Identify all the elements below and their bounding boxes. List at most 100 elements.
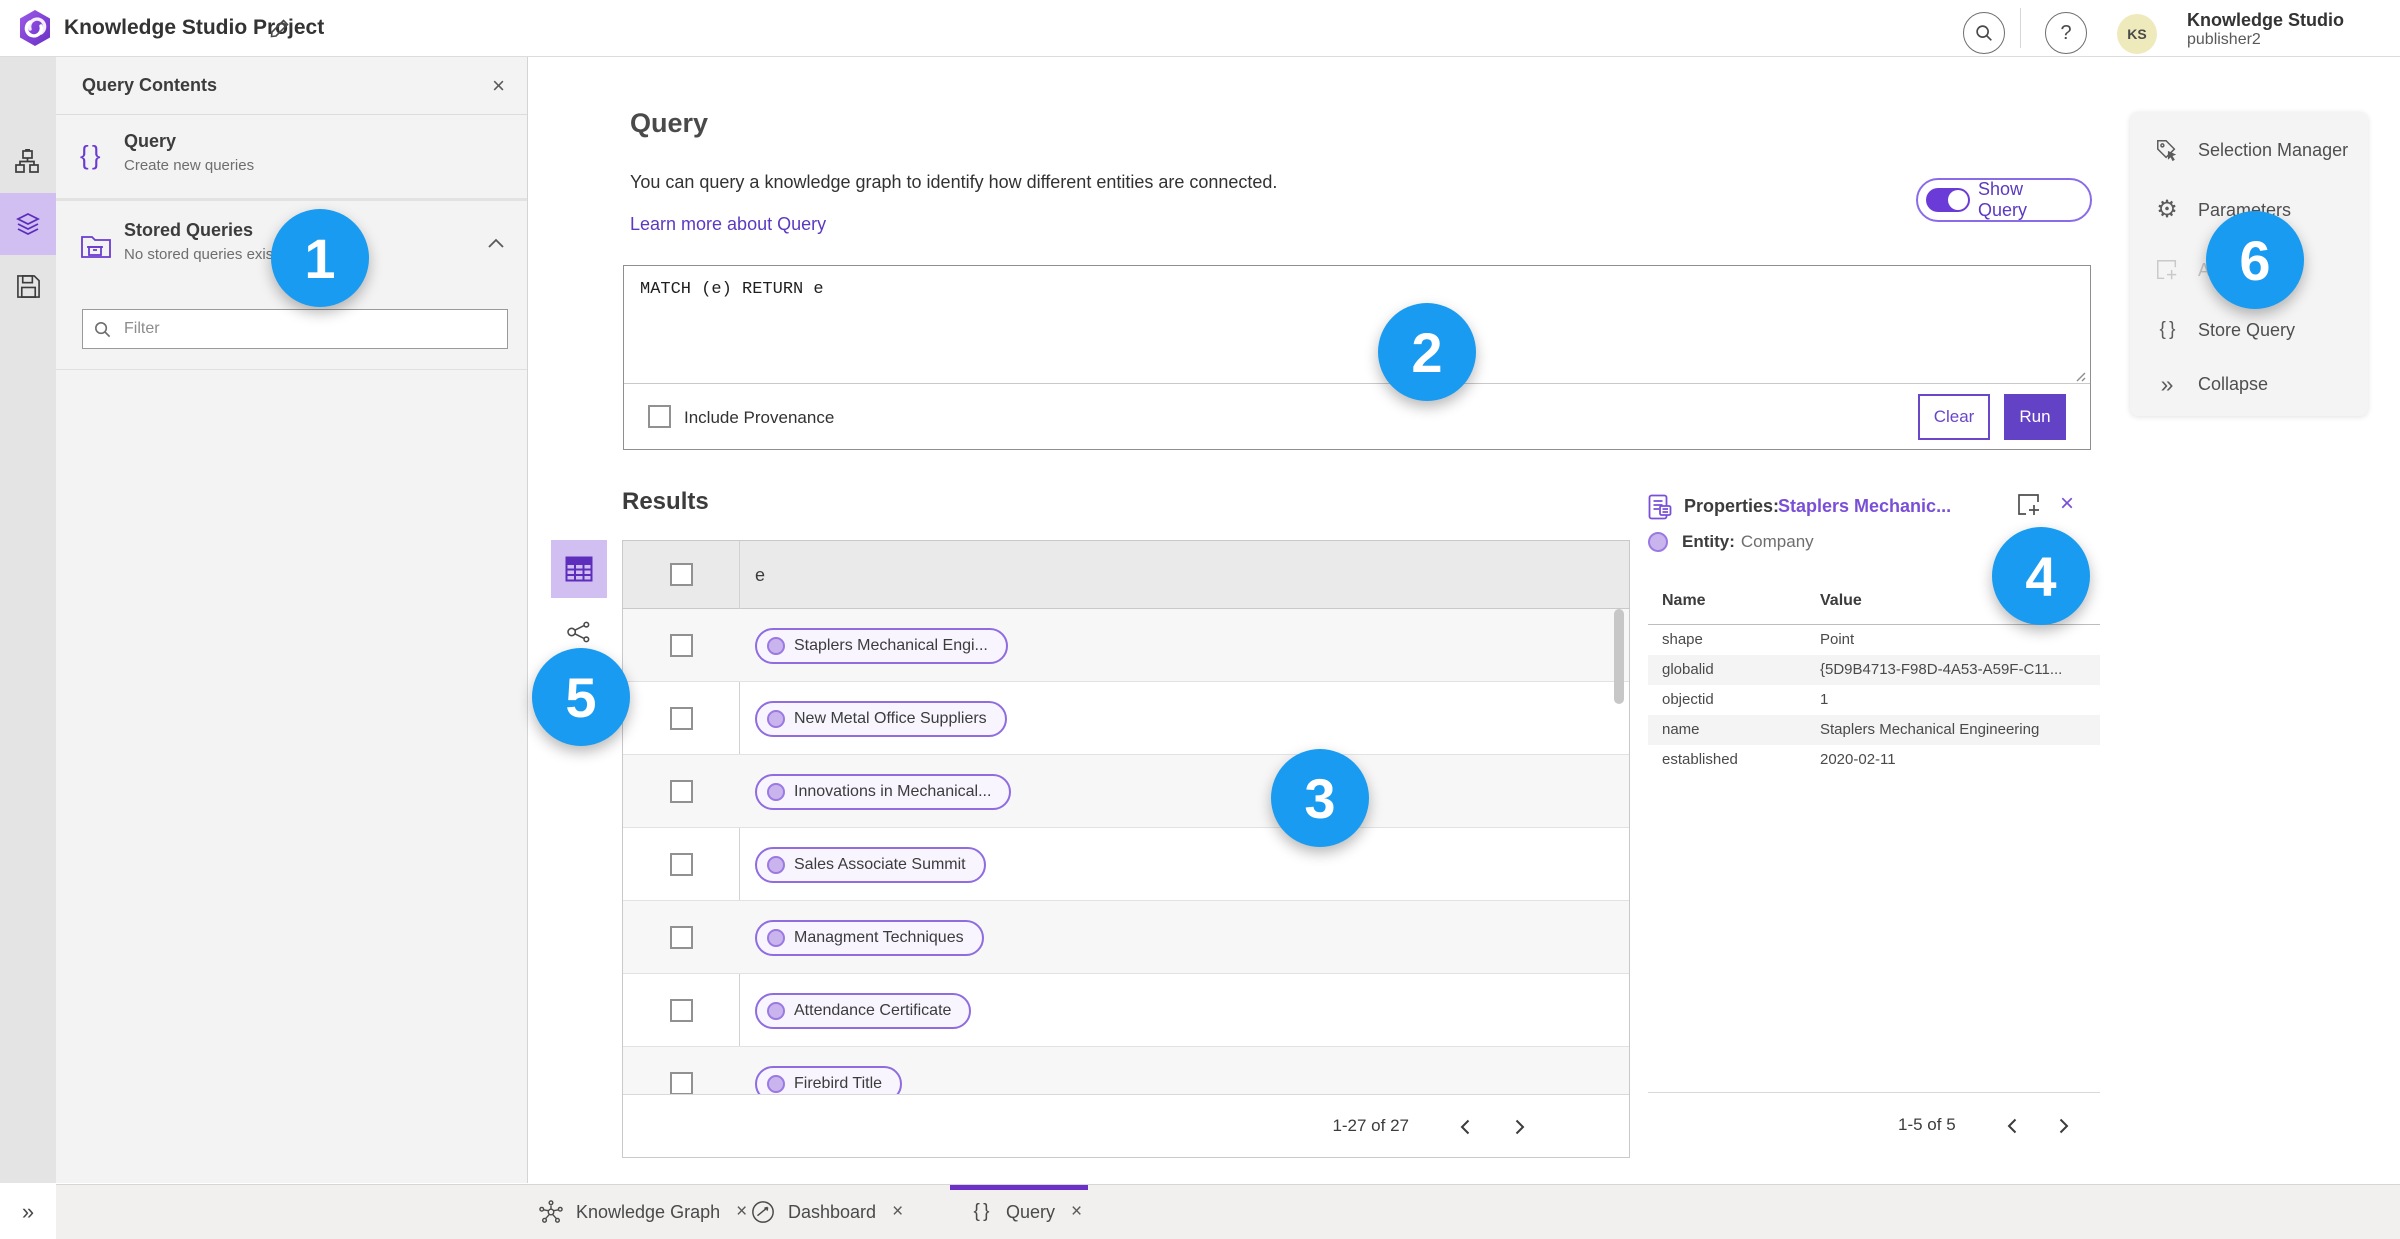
save-icon	[16, 274, 40, 298]
sidebar-item-query[interactable]: { } Query Create new queries	[56, 115, 527, 201]
clear-button[interactable]: Clear	[1918, 394, 1990, 440]
user-role: publisher2	[2187, 30, 2261, 48]
row-checkbox[interactable]	[670, 707, 693, 730]
learn-more-link[interactable]: Learn more about Query	[630, 214, 826, 235]
edit-title-icon[interactable]	[268, 16, 292, 40]
link-chart-view-button[interactable]	[557, 612, 601, 652]
show-query-label: Show Query	[1978, 179, 2028, 220]
properties-page-info: 1-5 of 5	[1898, 1115, 1956, 1134]
prev-page-icon[interactable]	[1451, 1113, 1479, 1141]
annotation-circle-5: 5	[532, 648, 630, 746]
select-all-checkbox[interactable]	[670, 563, 693, 586]
store-query-icon: { }	[2159, 319, 2176, 340]
row-checkbox[interactable]	[670, 926, 693, 949]
table-view-button[interactable]	[551, 540, 607, 598]
row-checkbox[interactable]	[670, 634, 693, 657]
property-name: name	[1662, 721, 1700, 738]
run-button[interactable]: Run	[2004, 394, 2066, 440]
properties-rows: shape Point globalid {5D9B4713-F98D-4A53…	[1648, 625, 2100, 775]
results-scrollbar[interactable]	[1614, 609, 1624, 704]
entity-chip[interactable]: Sales Associate Summit	[755, 847, 986, 883]
collapse-section-icon[interactable]	[487, 238, 505, 250]
results-page-info: 1-27 of 27	[1332, 1116, 1409, 1135]
table-row[interactable]: Staplers Mechanical Engi...	[623, 609, 1629, 682]
annotation-circle-4: 4	[1992, 527, 2090, 625]
save-rail-button[interactable]	[0, 255, 56, 317]
next-page-icon[interactable]	[2050, 1112, 2078, 1140]
entity-type-icon	[1648, 532, 1668, 552]
help-icon: ?	[2060, 21, 2072, 44]
property-name: objectid	[1662, 691, 1714, 708]
entity-label: Entity:	[1682, 532, 1735, 551]
add-to-selection-icon[interactable]	[2016, 492, 2042, 518]
store-query-item[interactable]: { } Store Query	[2130, 310, 2368, 350]
tab-dashboard[interactable]: Dashboard ×	[750, 1185, 907, 1239]
layers-icon	[15, 212, 41, 236]
app-logo-icon[interactable]	[18, 9, 52, 47]
page-title: Query	[630, 108, 709, 138]
user-info[interactable]: Knowledge Studio publisher2	[2187, 10, 2344, 49]
user-avatar[interactable]: KS	[2117, 14, 2157, 54]
prev-page-icon[interactable]	[1998, 1112, 2026, 1140]
property-row: established 2020-02-11	[1648, 745, 2100, 775]
entity-chip[interactable]: Staplers Mechanical Engi...	[755, 628, 1008, 664]
row-checkbox[interactable]	[670, 780, 693, 803]
add-icon	[2154, 257, 2180, 283]
include-provenance-label: Include Provenance	[684, 408, 835, 427]
resize-handle-icon[interactable]	[2072, 368, 2086, 382]
row-checkbox[interactable]	[670, 1072, 693, 1095]
sidebar-item-title: Query	[124, 131, 177, 151]
table-row[interactable]: Firebird Title	[623, 1047, 1629, 1096]
expand-rail-button[interactable]: »	[0, 1187, 56, 1237]
close-tab-icon[interactable]: ×	[732, 1199, 751, 1225]
close-tab-icon[interactable]: ×	[1067, 1199, 1086, 1225]
entity-type: Company	[1740, 532, 1814, 551]
help-button[interactable]: ?	[2045, 12, 2087, 54]
panel-header: Query Contents ×	[56, 57, 527, 115]
data-model-rail-button[interactable]	[0, 131, 56, 193]
filter-search-icon	[95, 321, 111, 337]
table-row[interactable]: Sales Associate Summit	[623, 828, 1629, 901]
query-contents-rail-button[interactable]	[0, 193, 56, 255]
search-button[interactable]	[1963, 12, 2005, 54]
filter-field[interactable]	[82, 309, 508, 349]
close-properties-icon[interactable]: ×	[2060, 492, 2074, 516]
table-row[interactable]: Innovations in Mechanical...	[623, 755, 1629, 828]
entity-chip[interactable]: New Metal Office Suppliers	[755, 701, 1007, 737]
results-title: Results	[622, 488, 709, 515]
query-text-input[interactable]: MATCH (e) RETURN e	[624, 266, 2090, 382]
tab-query-active[interactable]: { } Query ×	[968, 1185, 1086, 1239]
tab-knowledge-graph[interactable]: Knowledge Graph ×	[538, 1185, 751, 1239]
collapse-item[interactable]: » Collapse	[2130, 364, 2368, 404]
knowledge-graph-icon	[538, 1199, 564, 1225]
table-row[interactable]: Attendance Certificate	[623, 974, 1629, 1047]
next-page-icon[interactable]	[1506, 1113, 1534, 1141]
filter-input[interactable]	[122, 319, 497, 339]
tool-label: Collapse	[2198, 373, 2269, 394]
entity-chip[interactable]: Managment Techniques	[755, 920, 984, 956]
knowledge-studio-app: Knowledge Studio Project ? KS Knowledge …	[0, 0, 2400, 1239]
table-row[interactable]: Managment Techniques	[623, 901, 1629, 974]
close-tab-icon[interactable]: ×	[888, 1199, 907, 1225]
dashboard-icon	[750, 1199, 776, 1225]
table-row[interactable]: New Metal Office Suppliers	[623, 682, 1629, 755]
row-checkbox[interactable]	[670, 853, 693, 876]
expand-rail-icon: »	[21, 1199, 35, 1224]
section-divider	[56, 369, 527, 370]
property-value: Staplers Mechanical Engineering	[1820, 721, 2040, 738]
entity-chip[interactable]: Innovations in Mechanical...	[755, 774, 1012, 810]
toggle-track[interactable]	[1926, 188, 1970, 212]
entity-chip[interactable]: Attendance Certificate	[755, 993, 972, 1029]
row-checkbox[interactable]	[670, 999, 693, 1022]
show-query-toggle[interactable]: Show Query	[1916, 178, 2092, 222]
include-provenance-checkbox[interactable]	[648, 405, 671, 428]
selection-manager-item[interactable]: Selection Manager	[2130, 130, 2368, 170]
toggle-knob	[1948, 190, 1968, 210]
page-description: You can query a knowledge graph to ident…	[630, 172, 1278, 192]
close-panel-icon[interactable]: ×	[488, 71, 509, 101]
entity-chip[interactable]: Firebird Title	[755, 1066, 903, 1096]
annotation-circle-1: 1	[271, 209, 369, 307]
results-pagination: 1-27 of 27	[623, 1094, 1629, 1157]
properties-entity-link[interactable]: Staplers Mechanic...	[1778, 496, 1951, 517]
results-rows: Staplers Mechanical Engi... New Metal Of…	[623, 609, 1629, 1096]
